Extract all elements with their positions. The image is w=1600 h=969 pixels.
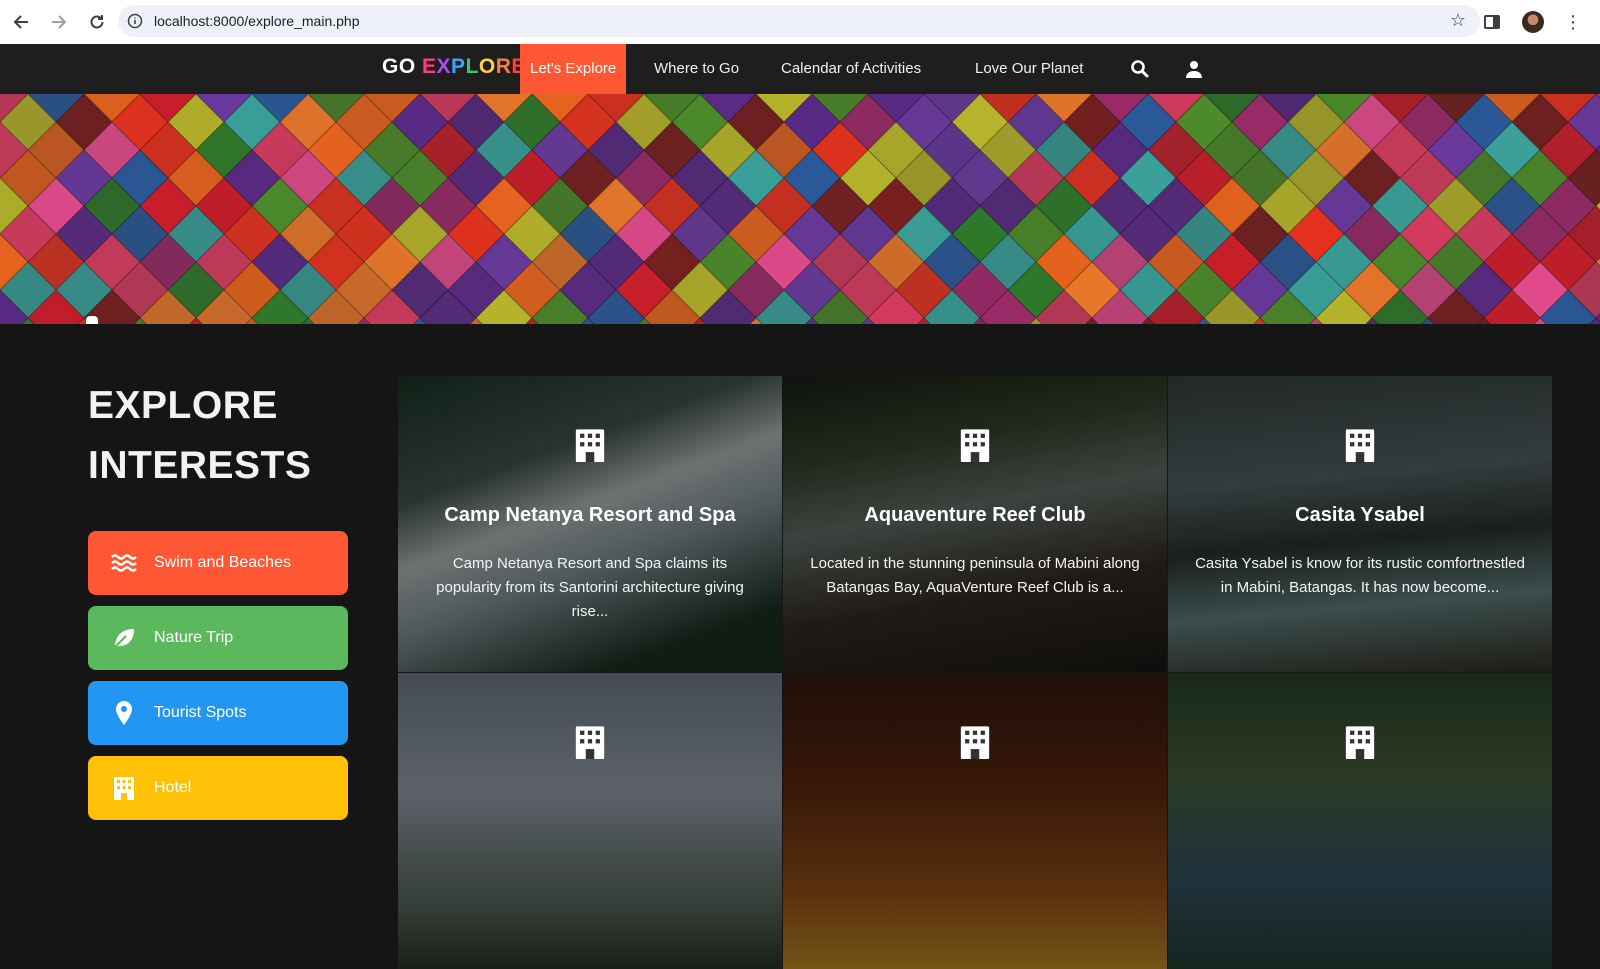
category-hotel[interactable]: Hotel	[88, 756, 348, 820]
url-text[interactable]: localhost:8000/explore_main.php	[154, 13, 359, 29]
hotel-building-icon	[1344, 428, 1376, 462]
hotel-building-icon	[959, 725, 991, 759]
hero-banner	[0, 94, 1600, 324]
side-panel-icon[interactable]	[1484, 15, 1500, 29]
explore-section: EXPLORE INTERESTS Swim and Beaches Natur…	[0, 324, 1600, 969]
hotel-building-icon	[110, 774, 138, 802]
site-navbar: GO EXPLORE Let's Explore Where to Go Cal…	[0, 44, 1600, 94]
hotel-card[interactable]: Aquaventure Reef Club Located in the stu…	[783, 376, 1167, 672]
category-label: Nature Trip	[154, 629, 234, 646]
category-label: Swim and Beaches	[154, 554, 291, 571]
category-nature-trip[interactable]: Nature Trip	[88, 606, 348, 670]
category-label: Tourist Spots	[154, 704, 247, 721]
water-waves-icon	[110, 549, 138, 577]
target-crosshair-icon	[50, 316, 140, 324]
address-bar[interactable]: localhost:8000/explore_main.php ☆	[118, 5, 1480, 37]
hotel-cards-grid: Camp Netanya Resort and Spa Camp Netanya…	[398, 376, 1552, 969]
hotel-building-icon	[574, 428, 606, 462]
back-arrow-icon[interactable]	[4, 5, 38, 39]
browser-menu-icon[interactable]: ⋮	[1564, 12, 1582, 33]
reload-icon[interactable]	[80, 5, 114, 39]
hotel-building-icon	[1344, 725, 1376, 759]
hotel-building-icon	[574, 725, 606, 759]
card-description: Camp Netanya Resort and Spa claims its p…	[436, 555, 744, 620]
hotel-card[interactable]	[1168, 673, 1552, 969]
map-pin-icon	[110, 699, 138, 727]
card-title[interactable]: Casita Ysabel	[1168, 504, 1552, 527]
hotel-card[interactable]	[783, 673, 1167, 969]
card-description: Casita Ysabel is know for its rustic com…	[1195, 555, 1525, 596]
site-info-icon[interactable]	[124, 10, 146, 32]
card-title[interactable]: Aquaventure Reef Club	[783, 504, 1167, 527]
nav-lets-explore[interactable]: Let's Explore	[520, 44, 627, 94]
hotel-building-icon	[959, 428, 991, 462]
bookmark-star-icon[interactable]: ☆	[1450, 10, 1466, 31]
card-description: Located in the stunning peninsula of Mab…	[810, 555, 1140, 596]
nav-calendar-of-activities[interactable]: Calendar of Activities	[771, 44, 931, 94]
hotel-card[interactable]: Camp Netanya Resort and Spa Camp Netanya…	[398, 376, 782, 672]
user-icon[interactable]	[1184, 59, 1204, 79]
category-tourist-spots[interactable]: Tourist Spots	[88, 681, 348, 745]
nav-love-our-planet[interactable]: Love Our Planet	[965, 44, 1093, 94]
card-title[interactable]: Camp Netanya Resort and Spa	[398, 504, 782, 527]
site-logo[interactable]: GO EXPLORE	[382, 55, 526, 79]
profile-avatar[interactable]	[1522, 11, 1544, 33]
category-swim-and-beaches[interactable]: Swim and Beaches	[88, 531, 348, 595]
hotel-card[interactable]: Casita Ysabel Casita Ysabel is know for …	[1168, 376, 1552, 672]
browser-toolbar: localhost:8000/explore_main.php ☆ ⋮	[0, 0, 1600, 44]
hotel-card[interactable]	[398, 673, 782, 969]
nav-where-to-go[interactable]: Where to Go	[644, 44, 749, 94]
search-icon[interactable]	[1130, 59, 1150, 79]
category-label: Hotel	[154, 779, 192, 796]
forward-arrow-icon[interactable]	[42, 5, 76, 39]
leaf-icon	[110, 624, 138, 652]
section-heading: EXPLORE INTERESTS	[88, 384, 312, 487]
hero-pattern-image	[0, 94, 1600, 324]
